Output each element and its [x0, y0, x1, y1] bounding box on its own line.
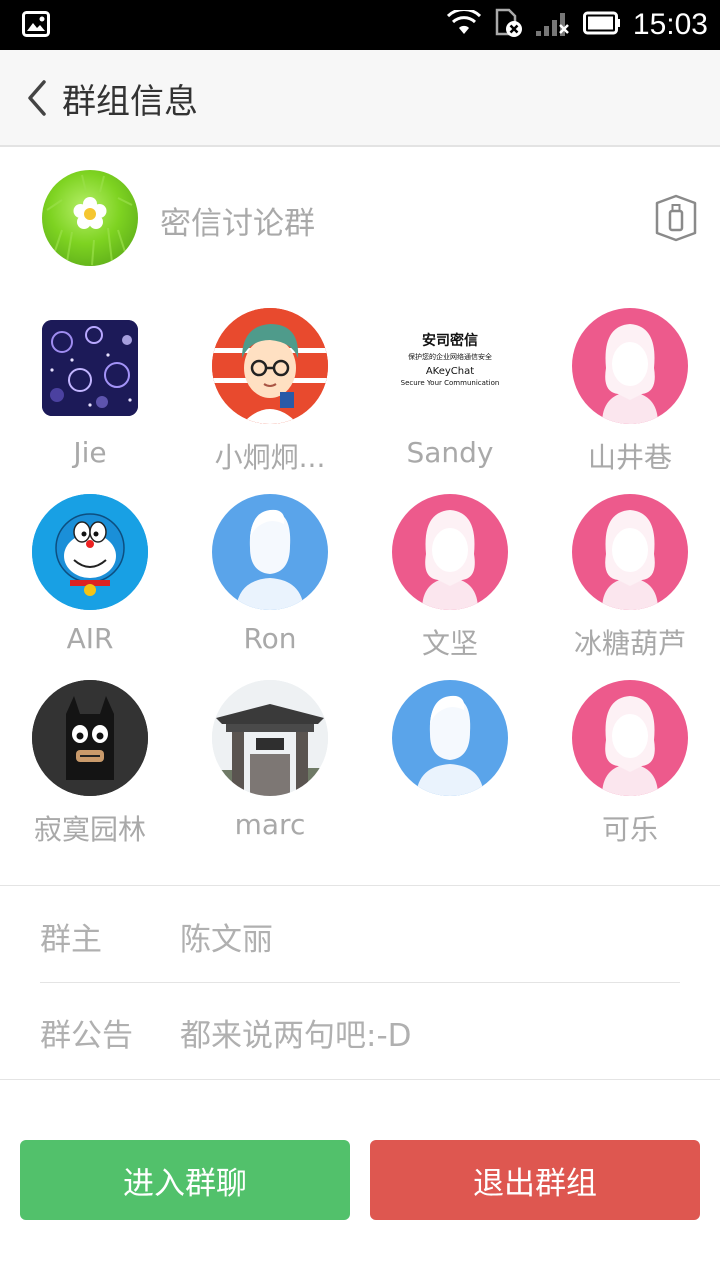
group-header: 密信讨论群	[0, 150, 720, 285]
member-name: 文坚	[421, 627, 478, 660]
member-item[interactable]: 小炯炯...	[180, 300, 360, 486]
member-item[interactable]	[360, 672, 540, 858]
usb-key-icon[interactable]	[654, 194, 698, 242]
group-notice-value: 都来说两句吧:-D	[180, 1018, 412, 1054]
member-avatar	[212, 680, 328, 796]
battery-icon	[582, 11, 621, 39]
signal-icon	[535, 9, 571, 41]
member-item[interactable]: 寂寞园林	[0, 672, 180, 858]
gallery-notification-icon	[22, 11, 50, 41]
member-name: AIR	[66, 622, 114, 655]
member-name: 山井巷	[587, 441, 672, 474]
divider	[0, 1079, 720, 1080]
page-title: 群组信息	[62, 82, 198, 122]
enter-group-chat-button[interactable]: 进入群聊	[20, 1140, 350, 1220]
divider	[40, 982, 680, 983]
member-item[interactable]: AIR	[0, 486, 180, 672]
exit-group-button[interactable]: 退出群组	[370, 1140, 700, 1220]
sim-error-icon	[493, 8, 523, 42]
member-avatar: 安司密信 保护您的企业网络通信安全 AKeyChat Secure Your C…	[392, 308, 508, 424]
default-female-avatar-icon	[572, 494, 688, 610]
back-icon[interactable]	[22, 78, 56, 118]
member-name: marc	[234, 808, 306, 841]
member-item[interactable]: Jie	[0, 300, 180, 486]
default-male-avatar-icon	[212, 494, 328, 610]
group-notice-label: 群公告	[40, 1018, 133, 1054]
member-item[interactable]: 文坚	[360, 486, 540, 672]
member-name: 可乐	[601, 813, 658, 846]
member-name: 小炯炯...	[214, 441, 326, 474]
member-avatar	[32, 494, 148, 610]
divider	[0, 885, 720, 886]
group-avatar[interactable]	[42, 170, 138, 266]
app-bar: 群组信息	[0, 50, 720, 147]
member-item[interactable]: 可乐	[540, 672, 720, 858]
default-male-avatar-icon	[392, 680, 508, 796]
group-owner-value: 陈文丽	[180, 922, 273, 958]
default-female-avatar-icon	[572, 308, 688, 424]
flower-icon	[73, 197, 107, 229]
default-female-avatar-icon	[392, 494, 508, 610]
default-female-avatar-icon	[572, 680, 688, 796]
wifi-icon	[446, 8, 481, 40]
member-item[interactable]: marc	[180, 672, 360, 858]
member-avatar	[212, 308, 328, 424]
member-item[interactable]: 山井巷	[540, 300, 720, 486]
group-owner-label: 群主	[40, 922, 102, 958]
member-avatar	[32, 680, 148, 796]
status-bar: 15:03	[0, 0, 720, 50]
member-item[interactable]: 安司密信 保护您的企业网络通信安全 AKeyChat Secure Your C…	[360, 300, 540, 486]
member-name: 冰糖葫芦	[573, 627, 686, 660]
member-name: Sandy	[406, 436, 494, 469]
member-item[interactable]: Ron	[180, 486, 360, 672]
member-name: Jie	[73, 436, 107, 469]
group-name: 密信讨论群	[160, 206, 315, 242]
member-avatar	[42, 320, 138, 416]
member-name: Ron	[243, 622, 297, 655]
member-name: 寂寞园林	[33, 813, 146, 846]
status-time: 15:03	[632, 8, 708, 41]
member-item[interactable]: 冰糖葫芦	[540, 486, 720, 672]
